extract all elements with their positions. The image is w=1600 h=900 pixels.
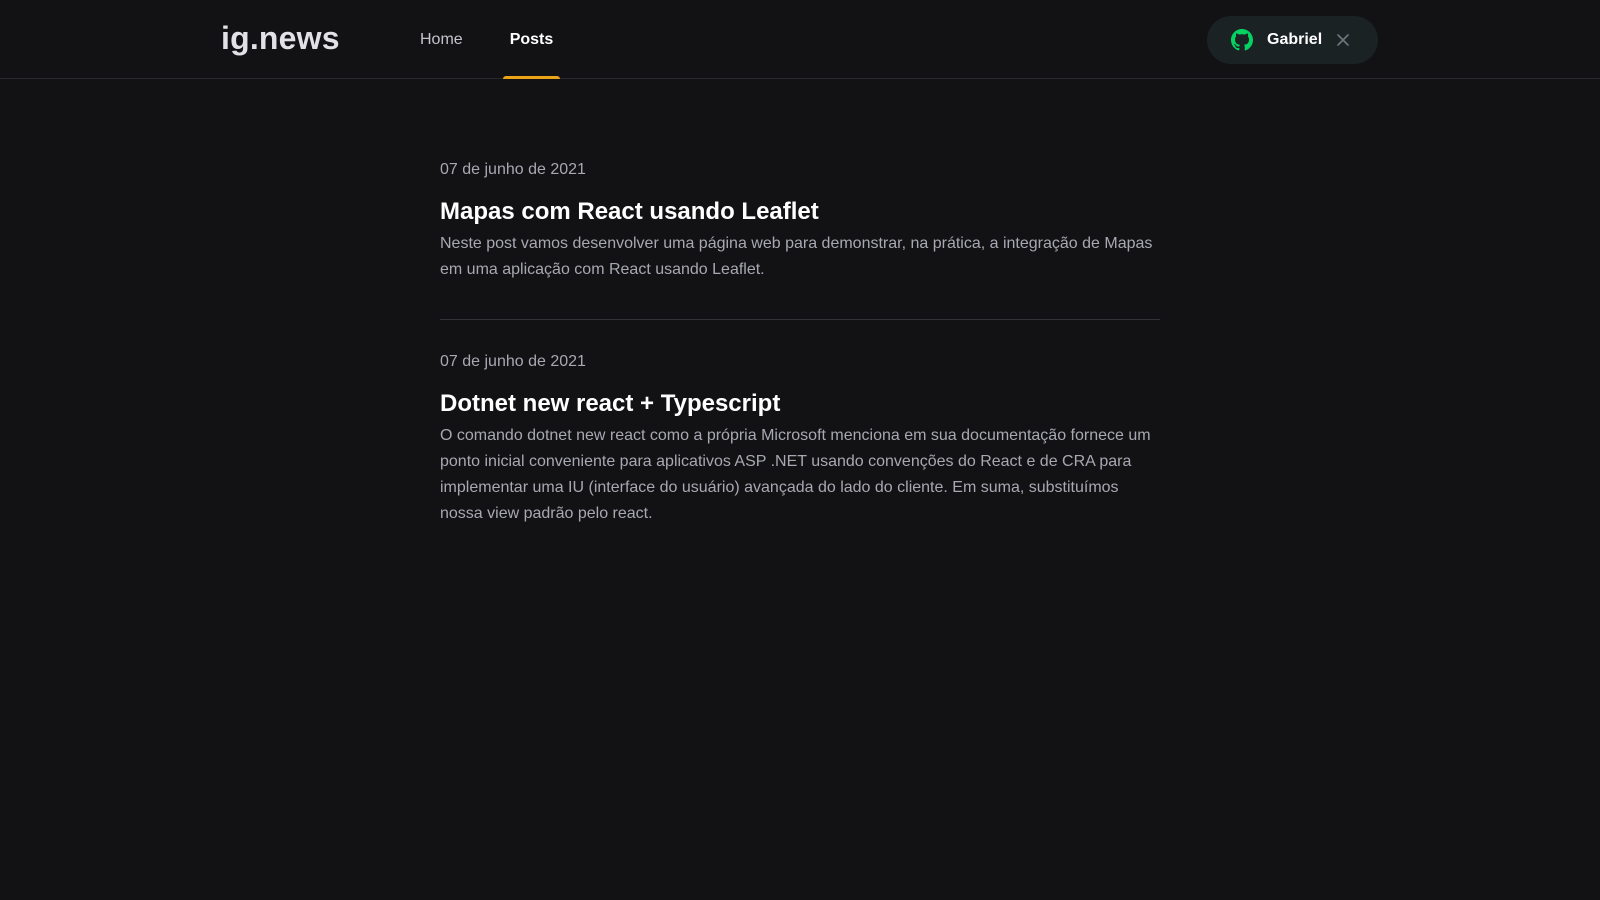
close-icon[interactable] <box>1335 32 1351 48</box>
nav-posts-link[interactable]: Posts <box>503 0 560 79</box>
signin-button[interactable]: Gabriel <box>1207 16 1378 64</box>
post-item[interactable]: 07 de junho de 2021 Mapas com React usan… <box>440 158 1160 283</box>
post-date: 07 de junho de 2021 <box>440 353 586 370</box>
nav-home-link[interactable]: Home <box>420 0 463 78</box>
header: ig.news Home Posts Gabriel <box>0 0 1600 79</box>
logo[interactable]: ig.news <box>221 20 340 57</box>
post-item[interactable]: 07 de junho de 2021 Dotnet new react + T… <box>440 350 1160 527</box>
post-divider <box>440 319 1160 320</box>
post-excerpt: Neste post vamos desenvolver uma página … <box>440 235 1153 278</box>
github-icon <box>1231 29 1253 51</box>
post-title[interactable]: Mapas com React usando Leaflet <box>440 196 1160 228</box>
user-name: Gabriel <box>1267 31 1323 48</box>
post-title[interactable]: Dotnet new react + Typescript <box>440 388 1160 420</box>
post-date: 07 de junho de 2021 <box>440 161 586 178</box>
post-excerpt: O comando dotnet new react como a própri… <box>440 427 1151 522</box>
